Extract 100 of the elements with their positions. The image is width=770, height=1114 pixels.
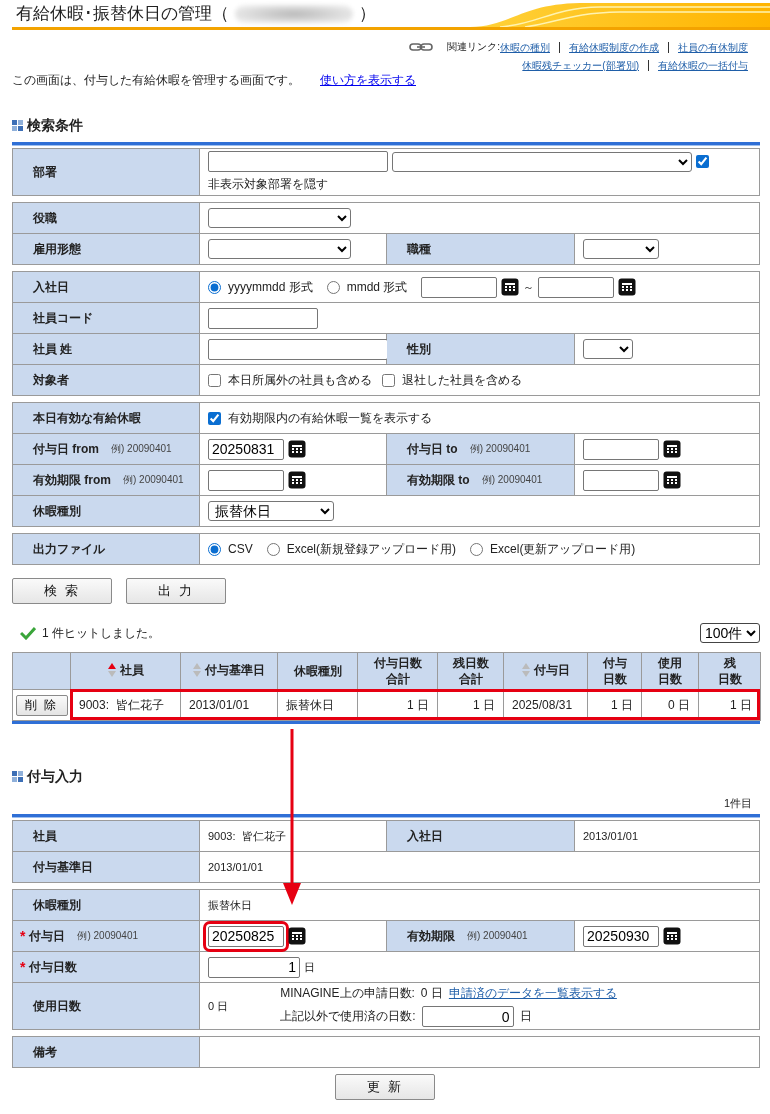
field-label: 付与日数 <box>29 958 78 976</box>
input-field[interactable] <box>208 151 388 172</box>
column-header: 付与日 <box>533 661 570 678</box>
checkbox-label: 退社した社員を含める <box>402 371 522 389</box>
table-cell: 2013/01/01 <box>180 689 278 721</box>
checkbox-label: 有効期限内の有給休暇一覧を表示する <box>228 409 432 427</box>
link[interactable]: 申請済のデータを一覧表示する <box>448 985 617 1002</box>
calendar-icon[interactable] <box>618 278 637 296</box>
input-field[interactable]: 20250831 <box>208 438 284 460</box>
field-label: 社員 <box>33 827 57 845</box>
link[interactable]: 休暇の種別 <box>500 41 559 53</box>
field-label: 付与基準日 <box>33 858 93 876</box>
value-text: 0 日 <box>208 998 229 1014</box>
radio-button[interactable] <box>208 542 221 556</box>
table-cell: 振替休日 <box>277 689 358 721</box>
column-header: 合計 <box>385 671 410 687</box>
radio-button[interactable] <box>326 280 340 294</box>
radio-label: yyyymmdd 形式 <box>228 278 313 296</box>
calendar-icon[interactable] <box>501 278 520 296</box>
radio-button[interactable] <box>470 542 484 556</box>
calendar-icon[interactable] <box>663 927 681 945</box>
per-page-dropdown[interactable]: 100件 <box>700 623 760 643</box>
dropdown[interactable] <box>583 339 633 359</box>
radio-label: CSV <box>228 542 253 556</box>
radio-label: Excel(新規登録アップロード用) <box>286 540 457 558</box>
field-label: 部署 <box>33 163 57 181</box>
button[interactable]: 出 力 <box>126 578 226 604</box>
field-label: 社員コード <box>33 309 93 327</box>
input-field[interactable]: 1 <box>208 956 300 978</box>
column-header: 合計 <box>458 671 483 687</box>
page-title: 有給休暇･振替休日の管理（ <box>16 3 229 25</box>
checkbox[interactable] <box>208 411 221 425</box>
field-label: 職種 <box>407 240 431 258</box>
value-text: 9003: 皆仁花子 <box>208 828 286 844</box>
radio-label: Excel(更新アップロード用) <box>490 540 636 558</box>
value-text: 振替休日 <box>208 897 252 913</box>
input-field[interactable] <box>538 276 615 298</box>
required-mark: * <box>20 959 26 975</box>
checkbox-label: 本日所属外の社員も含める <box>228 371 372 389</box>
required-mark: * <box>20 928 26 944</box>
radio-button[interactable] <box>208 280 221 294</box>
value-text: 2013/01/01 <box>583 830 639 842</box>
field-label: 備考 <box>33 1043 57 1061</box>
input-field[interactable] <box>208 338 388 360</box>
input-field[interactable]: 20250930 <box>583 925 659 947</box>
field-label: 有効期限 to <box>407 471 470 489</box>
table-cell: 1 日 <box>357 689 438 721</box>
value-text: 日 <box>519 1008 532 1025</box>
calendar-icon[interactable] <box>663 440 681 458</box>
radio-button[interactable] <box>266 542 280 556</box>
checkbox[interactable] <box>208 373 221 387</box>
column-header: 社員 <box>119 661 144 678</box>
result-count: 1 件ヒットしました。 <box>42 624 160 642</box>
hint-text: 例) 20090401 <box>481 473 543 487</box>
checkbox-label: 非表示対象部署を隠す <box>208 176 328 193</box>
field-label: 付与日 to <box>407 440 458 458</box>
grid-icon <box>12 771 24 783</box>
record-count: 1件目 <box>722 796 752 811</box>
input-field[interactable] <box>583 469 659 491</box>
value-text: MINAGINE上の申請日数: <box>280 985 415 1002</box>
field-label: 対象者 <box>33 371 69 389</box>
link[interactable]: 有給休暇制度の作成 <box>559 41 668 53</box>
table-cell: 1 日 <box>437 689 504 721</box>
field-label: 出力ファイル <box>33 540 105 558</box>
column-header: 残日数 <box>452 655 489 671</box>
calendar-icon[interactable] <box>288 471 306 489</box>
calendar-icon[interactable] <box>288 440 306 458</box>
link[interactable]: 使い方を表示する <box>300 75 416 86</box>
field-label: 休暇種別 <box>33 502 81 520</box>
page-title: ） <box>359 3 376 25</box>
link[interactable]: 社員の有休制度 <box>668 41 748 53</box>
hint-text: 例) 20090401 <box>469 442 531 456</box>
field-label: 入社日 <box>33 278 69 296</box>
button[interactable]: 更 新 <box>335 1074 435 1100</box>
input-field[interactable] <box>421 276 498 298</box>
field-label: 付与日 <box>29 927 66 945</box>
delete-button[interactable]: 削 除 <box>15 694 68 716</box>
checkbox[interactable] <box>382 373 395 387</box>
field-label: 社員 姓 <box>33 340 73 358</box>
input-field[interactable] <box>208 469 284 491</box>
field-label: 役職 <box>33 209 57 227</box>
hint-text: 例) 20090401 <box>467 929 528 943</box>
input-field[interactable]: 0 <box>421 1006 514 1027</box>
sort-icon[interactable] <box>107 662 116 677</box>
link[interactable]: 休暇残チェッカー(部署別) <box>513 59 648 71</box>
checkbox[interactable] <box>696 155 709 168</box>
input-field[interactable] <box>208 307 318 329</box>
column-header: 付与 <box>602 655 627 671</box>
field-label: 付与日 from <box>33 440 99 458</box>
calendar-icon[interactable] <box>663 471 681 489</box>
field-label: 使用日数 <box>33 997 81 1015</box>
value-text: 日 <box>304 959 315 975</box>
link[interactable]: 有給休暇の一括付与 <box>648 59 748 71</box>
column-header: 日数 <box>658 671 682 687</box>
input-field[interactable] <box>583 438 659 460</box>
button[interactable]: 検 索 <box>12 578 112 604</box>
dropdown[interactable]: 振替休日 <box>208 501 334 521</box>
column-header: 付与基準日 <box>205 661 265 678</box>
value-text: 0 日 <box>420 985 443 1002</box>
table-cell: 1 日 <box>587 689 642 721</box>
